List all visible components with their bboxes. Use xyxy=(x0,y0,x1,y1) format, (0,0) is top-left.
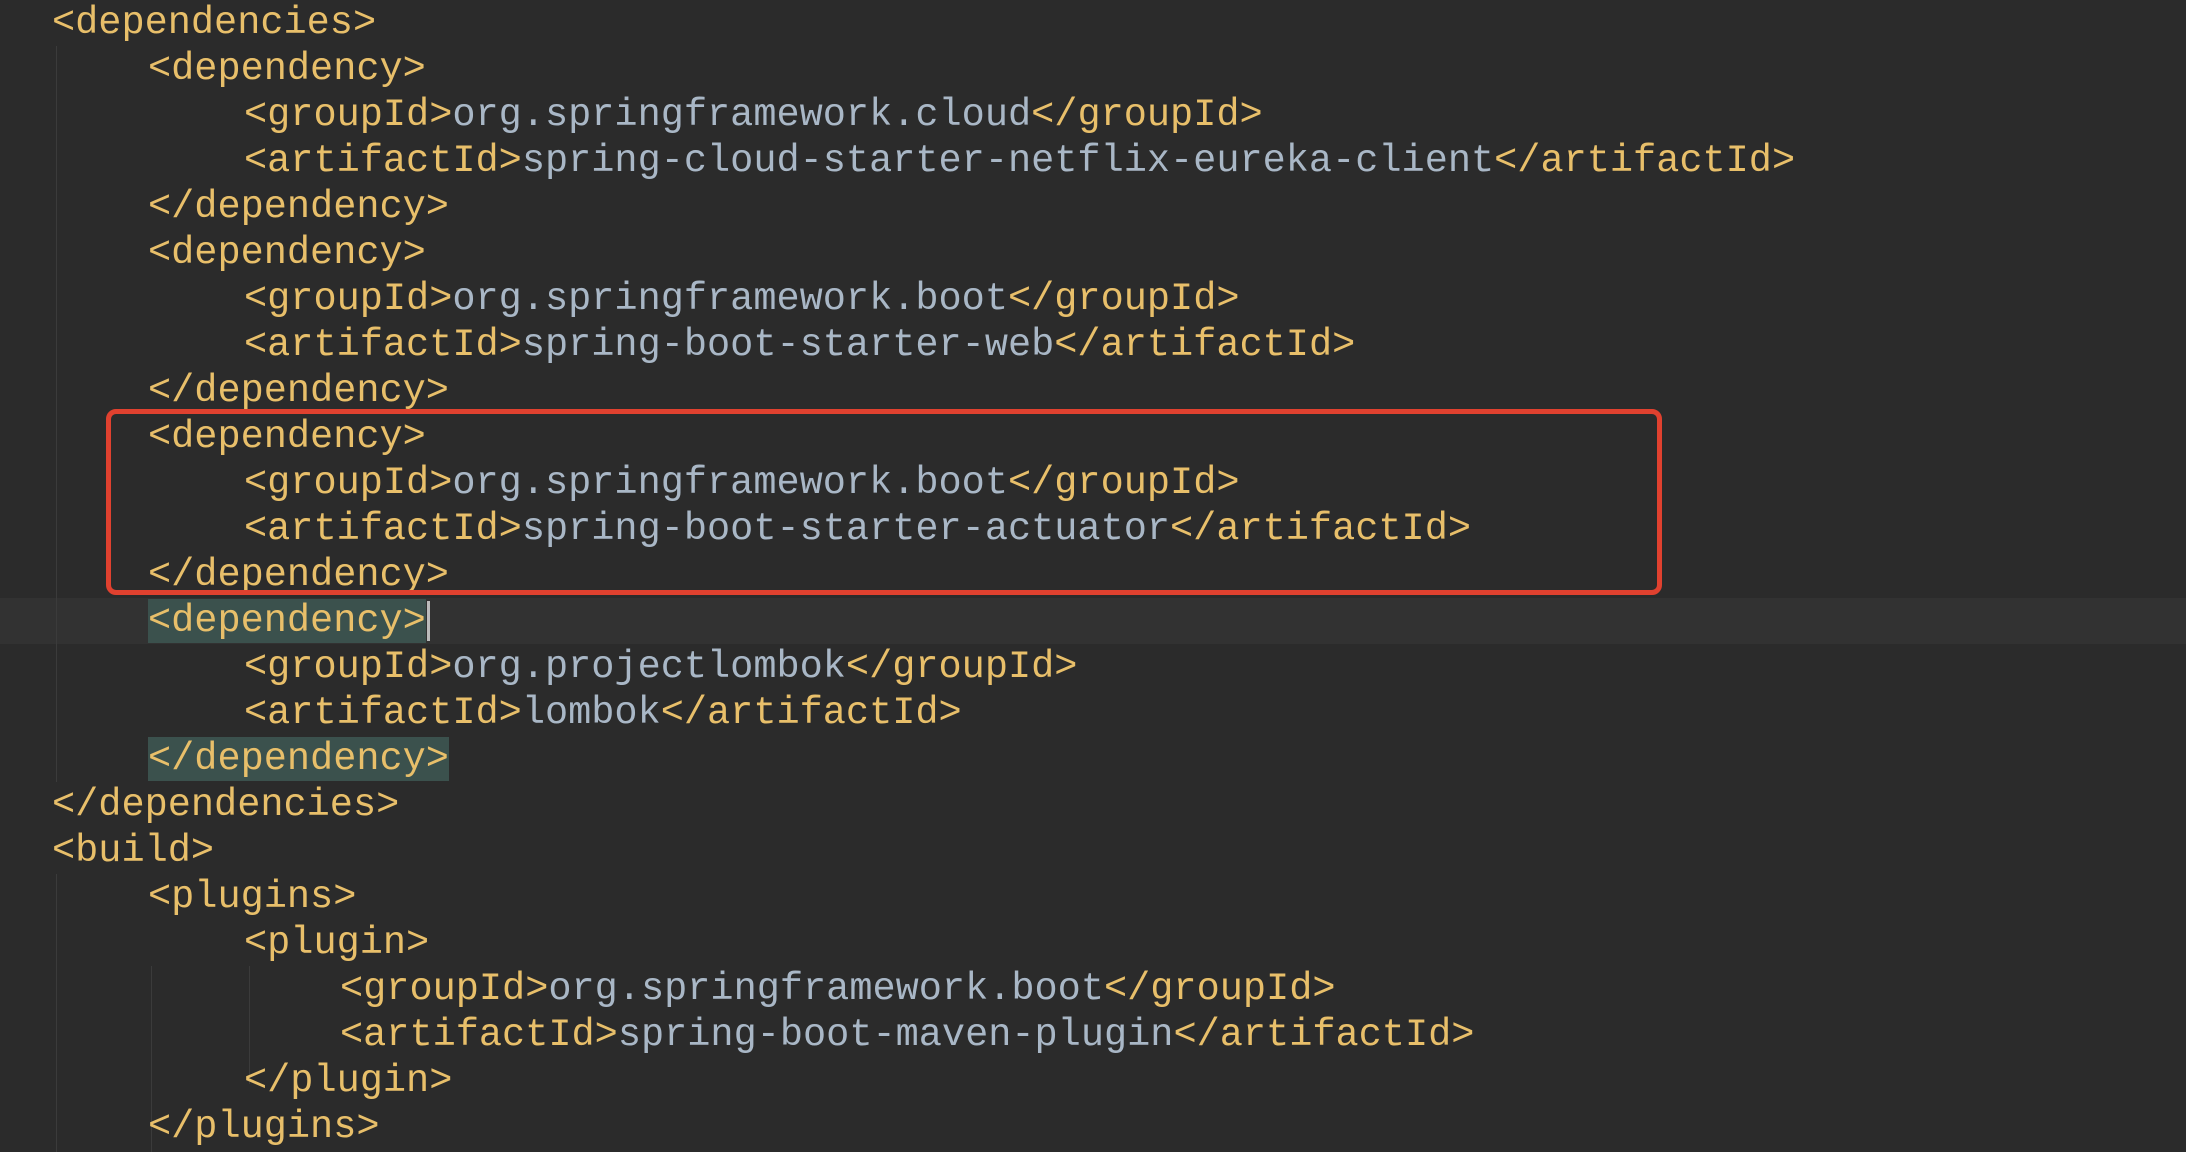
matched-xml-tag: </dependency> xyxy=(148,737,449,781)
xml-tag: </artifactId> xyxy=(1494,139,1796,183)
code-line[interactable]: </plugins> xyxy=(148,1104,380,1150)
xml-tag: </groupId> xyxy=(1031,93,1263,137)
xml-tag: </groupId> xyxy=(1103,967,1336,1011)
code-line[interactable]: </dependencies> xyxy=(52,782,399,828)
xml-text: spring-boot-maven-plugin xyxy=(617,1013,1174,1057)
xml-tag: <plugin> xyxy=(244,921,430,965)
xml-tag: </groupId> xyxy=(845,645,1078,689)
xml-tag: <groupId> xyxy=(244,93,453,137)
xml-tag: </dependency> xyxy=(148,369,449,413)
xml-text: org.springframework.cloud xyxy=(452,93,1032,137)
text-caret xyxy=(426,600,430,641)
indent-guide xyxy=(56,874,57,1152)
xml-tag: </plugin> xyxy=(244,1059,453,1103)
xml-text: org.projectlombok xyxy=(452,645,846,689)
code-line[interactable]: <dependencies> xyxy=(52,0,376,46)
xml-tag: </dependency> xyxy=(148,185,449,229)
xml-tag: <build> xyxy=(52,829,215,873)
code-line[interactable]: </dependency> xyxy=(148,368,449,414)
xml-tag: <groupId> xyxy=(244,645,453,689)
code-editor[interactable]: <dependencies> <dependency> <groupId>org… xyxy=(0,0,2186,1152)
code-line[interactable]: <dependency> xyxy=(148,230,426,276)
xml-tag: <groupId> xyxy=(340,967,549,1011)
matched-xml-tag: <dependency> xyxy=(148,599,426,643)
code-line-current[interactable]: <dependency> xyxy=(148,598,430,644)
xml-tag: <artifactId> xyxy=(244,323,522,367)
code-line[interactable]: <groupId>org.springframework.boot</group… xyxy=(244,276,1240,322)
xml-text: org.springframework.boot xyxy=(452,277,1008,321)
xml-tag: </artifactId> xyxy=(1054,323,1356,367)
code-line[interactable]: </dependency> xyxy=(148,736,449,782)
xml-tag: <dependency> xyxy=(148,47,426,91)
code-line[interactable]: <groupId>org.projectlombok</groupId> xyxy=(244,644,1077,690)
code-line[interactable]: </plugin> xyxy=(244,1058,452,1104)
code-line[interactable]: <artifactId>lombok</artifactId> xyxy=(244,690,962,736)
annotation-highlight-box xyxy=(106,409,1662,595)
code-line[interactable]: <build> xyxy=(52,828,214,874)
code-line[interactable]: <artifactId>spring-cloud-starter-netflix… xyxy=(244,138,1795,184)
code-line[interactable]: <artifactId>spring-boot-maven-plugin</ar… xyxy=(340,1012,1474,1058)
xml-tag: <dependency> xyxy=(148,231,426,275)
xml-tag: </dependencies> xyxy=(52,783,400,827)
code-line[interactable]: </dependency> xyxy=(148,184,449,230)
xml-text: lombok xyxy=(521,691,661,735)
indent-guide xyxy=(56,46,57,782)
xml-tag: <plugins> xyxy=(148,875,357,919)
code-line[interactable]: <groupId>org.springframework.boot</group… xyxy=(340,966,1336,1012)
xml-text: spring-boot-starter-web xyxy=(521,323,1055,367)
xml-tag: <artifactId> xyxy=(244,139,522,183)
xml-text: org.springframework.boot xyxy=(548,967,1104,1011)
xml-tag: <dependencies> xyxy=(52,1,377,45)
xml-tag: <groupId> xyxy=(244,277,453,321)
code-line[interactable]: <groupId>org.springframework.cloud</grou… xyxy=(244,92,1263,138)
code-line[interactable]: <plugins> xyxy=(148,874,356,920)
xml-tag: <artifactId> xyxy=(244,691,522,735)
xml-text: spring-cloud-starter-netflix-eureka-clie… xyxy=(521,139,1495,183)
xml-tag: </plugins> xyxy=(148,1105,380,1149)
xml-tag: <artifactId> xyxy=(340,1013,618,1057)
code-line[interactable]: <plugin> xyxy=(244,920,429,966)
xml-tag: </groupId> xyxy=(1007,277,1240,321)
code-line[interactable]: <artifactId>spring-boot-starter-web</art… xyxy=(244,322,1355,368)
code-line[interactable]: <dependency> xyxy=(148,46,426,92)
xml-tag: </artifactId> xyxy=(660,691,962,735)
xml-tag: </artifactId> xyxy=(1173,1013,1475,1057)
